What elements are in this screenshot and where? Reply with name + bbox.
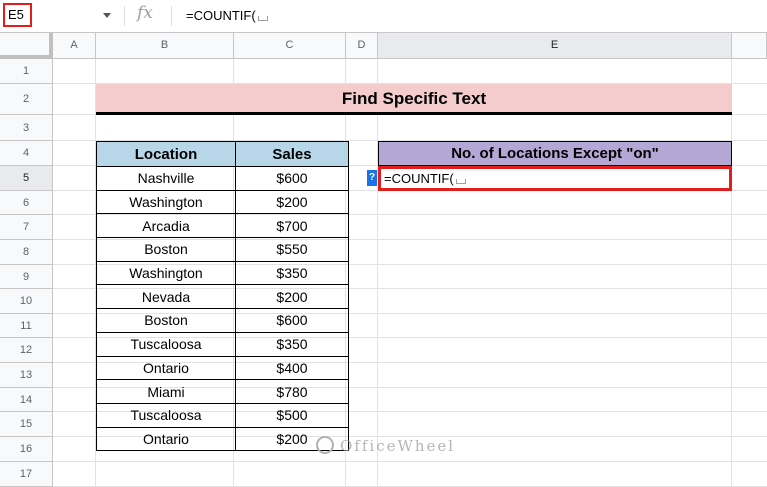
- row-header-5[interactable]: 5: [0, 166, 53, 191]
- row-header-6[interactable]: 6: [0, 191, 53, 215]
- select-all-corner[interactable]: [0, 33, 53, 59]
- location-cell[interactable]: Nevada: [96, 284, 236, 310]
- table-row: Tuscaloosa $500: [96, 402, 349, 428]
- active-cell-e5[interactable]: =COUNTIF(: [378, 166, 732, 191]
- name-box[interactable]: E5: [3, 3, 32, 27]
- sheet-title: Find Specific Text: [96, 84, 732, 115]
- formula-input[interactable]: =COUNTIF(: [186, 8, 268, 23]
- row-header-9[interactable]: 9: [0, 265, 53, 289]
- location-sales-table: Location Sales Nashville $600 Washington $2…: [96, 141, 349, 452]
- row-header-14[interactable]: 14: [0, 388, 53, 412]
- row-header-15[interactable]: 15: [0, 412, 53, 437]
- row-header-17[interactable]: 17: [0, 462, 53, 487]
- sales-cell[interactable]: $500: [235, 402, 349, 428]
- location-cell[interactable]: Tuscaloosa: [96, 331, 236, 357]
- table-row: Tuscaloosa $350: [96, 331, 349, 357]
- name-box-dropdown-icon[interactable]: [103, 13, 111, 18]
- watermark: OfficeWheel: [340, 437, 456, 455]
- sales-cell[interactable]: $350: [235, 260, 349, 286]
- row-header-3[interactable]: 3: [0, 115, 53, 141]
- row-header-1[interactable]: 1: [0, 59, 53, 84]
- sales-cell[interactable]: $350: [235, 331, 349, 357]
- row-header-10[interactable]: 10: [0, 289, 53, 314]
- row-header-4[interactable]: 4: [0, 141, 53, 166]
- location-cell[interactable]: Washington: [96, 260, 236, 286]
- gridline: [731, 59, 732, 487]
- fx-icon: fx: [137, 3, 153, 23]
- sales-cell[interactable]: $600: [235, 308, 349, 333]
- column-header-e[interactable]: E: [378, 33, 732, 59]
- table-row: Nevada $200: [96, 284, 349, 310]
- table-row: Ontario $200: [96, 426, 349, 452]
- column-header-a[interactable]: A: [53, 33, 96, 59]
- column-header-c[interactable]: C: [234, 33, 346, 59]
- location-cell[interactable]: Ontario: [96, 426, 236, 452]
- divider: [124, 6, 125, 26]
- result-header[interactable]: No. of Locations Except "on": [378, 141, 732, 166]
- row-header-2[interactable]: 2: [0, 84, 53, 115]
- sales-cell[interactable]: $550: [235, 237, 349, 262]
- row-header-12[interactable]: 12: [0, 338, 53, 363]
- formula-help-icon[interactable]: ?: [367, 170, 377, 186]
- gridline: [53, 461, 767, 462]
- table-row: Washington $200: [96, 189, 349, 215]
- row-header-13[interactable]: 13: [0, 363, 53, 388]
- row-header-8[interactable]: 8: [0, 240, 53, 265]
- table-row: Ontario $400: [96, 355, 349, 381]
- column-header-b[interactable]: B: [96, 33, 234, 59]
- table-row: Miami $780: [96, 379, 349, 404]
- space-marker-icon: [257, 16, 268, 21]
- header-sales[interactable]: Sales: [235, 141, 349, 167]
- column-header-f[interactable]: [732, 33, 767, 59]
- table-row: Arcadia $700: [96, 213, 349, 239]
- location-cell[interactable]: Nashville: [96, 166, 236, 191]
- row-header-7[interactable]: 7: [0, 215, 53, 240]
- location-cell[interactable]: Arcadia: [96, 213, 236, 239]
- divider: [171, 6, 172, 26]
- location-cell[interactable]: Miami: [96, 379, 236, 404]
- sales-cell[interactable]: $200: [235, 189, 349, 215]
- sales-cell[interactable]: $780: [235, 379, 349, 404]
- location-cell[interactable]: Tuscaloosa: [96, 402, 236, 428]
- row-header-11[interactable]: 11: [0, 314, 53, 338]
- table-row: Nashville $600: [96, 166, 349, 191]
- officewheel-logo-icon: [316, 436, 334, 454]
- location-cell[interactable]: Boston: [96, 237, 236, 262]
- space-marker-icon: [455, 179, 466, 184]
- sales-cell[interactable]: $400: [235, 355, 349, 381]
- sales-cell[interactable]: $700: [235, 213, 349, 239]
- column-header-d[interactable]: D: [346, 33, 378, 59]
- header-location[interactable]: Location: [96, 141, 236, 167]
- sales-cell[interactable]: $600: [235, 166, 349, 191]
- table-row: Washington $350: [96, 260, 349, 286]
- location-cell[interactable]: Ontario: [96, 355, 236, 381]
- row-header-16[interactable]: 16: [0, 437, 53, 462]
- formula-bar: E5 fx =COUNTIF(: [0, 0, 767, 33]
- sales-cell[interactable]: $200: [235, 284, 349, 310]
- location-cell[interactable]: Washington: [96, 189, 236, 215]
- gridline: [377, 59, 378, 487]
- location-cell[interactable]: Boston: [96, 308, 236, 333]
- table-row: Boston $550: [96, 237, 349, 262]
- table-row: Boston $600: [96, 308, 349, 333]
